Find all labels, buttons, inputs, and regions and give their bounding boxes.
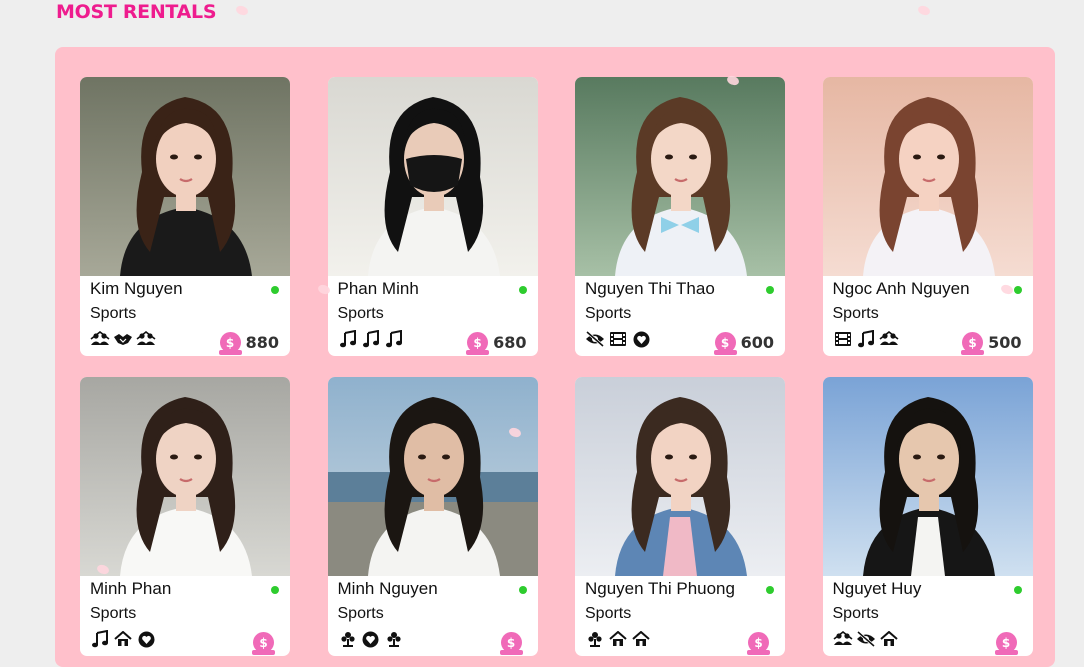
online-status-dot	[271, 286, 279, 294]
coin-icon: $	[961, 332, 985, 355]
heart-icon	[361, 630, 381, 648]
online-status-dot	[271, 586, 279, 594]
profile-name[interactable]: Minh Nguyen	[338, 579, 438, 599]
price-tag: $	[499, 632, 527, 655]
profile-category: Sports	[832, 305, 879, 322]
hobby-icons	[338, 630, 404, 648]
online-status-dot	[1013, 286, 1022, 294]
profile-name[interactable]: Minh Phan	[90, 579, 171, 599]
profile-category: Sports	[337, 605, 384, 622]
flower-icon	[338, 630, 358, 648]
music-icon	[90, 630, 110, 648]
price-value: 500	[988, 333, 1022, 352]
rental-card[interactable]: Minh Phan Sports $	[80, 377, 290, 656]
price-value: 600	[740, 333, 774, 352]
profile-name[interactable]: Kim Nguyen	[90, 279, 183, 299]
rental-card[interactable]: Ngoc Anh Nguyen Sports $500	[822, 77, 1033, 356]
price-tag: $	[994, 632, 1022, 655]
flower-icon	[585, 630, 605, 648]
price-tag: $680	[466, 332, 527, 355]
profile-photo[interactable]	[80, 377, 290, 576]
section-title: MOST RENTALS	[56, 1, 217, 23]
film-icon	[608, 330, 628, 348]
music-icon	[384, 330, 404, 348]
flower-icon	[384, 630, 404, 648]
price-tag: $	[747, 632, 774, 655]
online-status-dot	[766, 586, 774, 594]
coin-icon: $	[252, 632, 275, 655]
rental-card[interactable]: Minh Nguyen Sports $	[327, 377, 538, 656]
profile-name[interactable]: Nguyet Huy	[833, 579, 922, 599]
home-icon	[879, 630, 899, 648]
profile-photo[interactable]	[575, 377, 785, 576]
home-icon	[631, 630, 651, 648]
profile-category: Sports	[585, 605, 632, 622]
coin-icon: $	[466, 332, 490, 355]
profile-photo[interactable]	[822, 377, 1033, 576]
price-value: 680	[493, 333, 527, 352]
online-status-dot	[766, 286, 774, 294]
petal-decoration	[916, 3, 932, 18]
coin-icon: $	[747, 632, 770, 655]
handshake-icon	[113, 330, 133, 348]
group-icon	[90, 330, 110, 348]
group-icon	[136, 330, 156, 348]
hobby-icons	[338, 330, 404, 348]
film-icon	[833, 330, 853, 348]
music-icon	[856, 330, 876, 348]
price-tag: $500	[961, 332, 1022, 355]
hobby-icons	[833, 630, 899, 648]
rental-card[interactable]: Nguyet Huy Sports $	[822, 377, 1033, 656]
coin-icon: $	[994, 632, 1018, 655]
online-status-dot	[518, 586, 527, 594]
online-status-dot	[1013, 586, 1022, 594]
rental-card[interactable]: Kim Nguyen Sports $880	[80, 77, 290, 356]
profile-category: Sports	[832, 605, 879, 622]
profile-photo[interactable]	[327, 377, 538, 576]
coin-icon: $	[713, 332, 737, 355]
no-eye-icon	[585, 330, 605, 348]
rentals-panel: Kim Nguyen Sports $880 Phan Minh Sports $680 N…	[55, 47, 1055, 667]
price-value: 880	[245, 333, 279, 352]
home-icon	[113, 630, 133, 648]
profile-name[interactable]: Nguyen Thi Thao	[585, 279, 715, 299]
music-icon	[338, 330, 358, 348]
hobby-icons	[90, 330, 156, 348]
rental-card[interactable]: Phan Minh Sports $680	[327, 77, 538, 356]
profile-category: Sports	[337, 305, 384, 322]
coin-icon: $	[499, 632, 523, 655]
hobby-icons	[833, 330, 899, 348]
music-icon	[361, 330, 381, 348]
coin-icon: $	[218, 332, 242, 355]
online-status-dot	[518, 286, 527, 294]
profile-name[interactable]: Nguyen Thi Phuong	[585, 579, 735, 599]
profile-category: Sports	[90, 305, 137, 322]
hobby-icons	[585, 330, 651, 348]
heart-icon	[136, 630, 156, 648]
profile-photo[interactable]	[80, 77, 290, 276]
profile-photo[interactable]	[575, 77, 785, 276]
profile-photo[interactable]	[327, 77, 538, 276]
profile-name[interactable]: Ngoc Anh Nguyen	[833, 279, 970, 299]
group-icon	[833, 630, 853, 648]
petal-decoration	[234, 3, 250, 18]
home-icon	[608, 630, 628, 648]
rental-card[interactable]: Nguyen Thi Thao Sports $600	[575, 77, 785, 356]
group-icon	[879, 330, 899, 348]
heart-icon	[631, 330, 651, 348]
hobby-icons	[585, 630, 651, 648]
profile-photo[interactable]	[822, 77, 1033, 276]
price-tag: $	[252, 632, 279, 655]
profile-name[interactable]: Phan Minh	[338, 279, 419, 299]
hobby-icons	[90, 630, 156, 648]
no-eye-icon	[856, 630, 876, 648]
profile-category: Sports	[90, 605, 137, 622]
rental-card[interactable]: Nguyen Thi Phuong Sports $	[575, 377, 785, 656]
profile-category: Sports	[585, 305, 632, 322]
price-tag: $600	[713, 332, 774, 355]
price-tag: $880	[218, 332, 279, 355]
